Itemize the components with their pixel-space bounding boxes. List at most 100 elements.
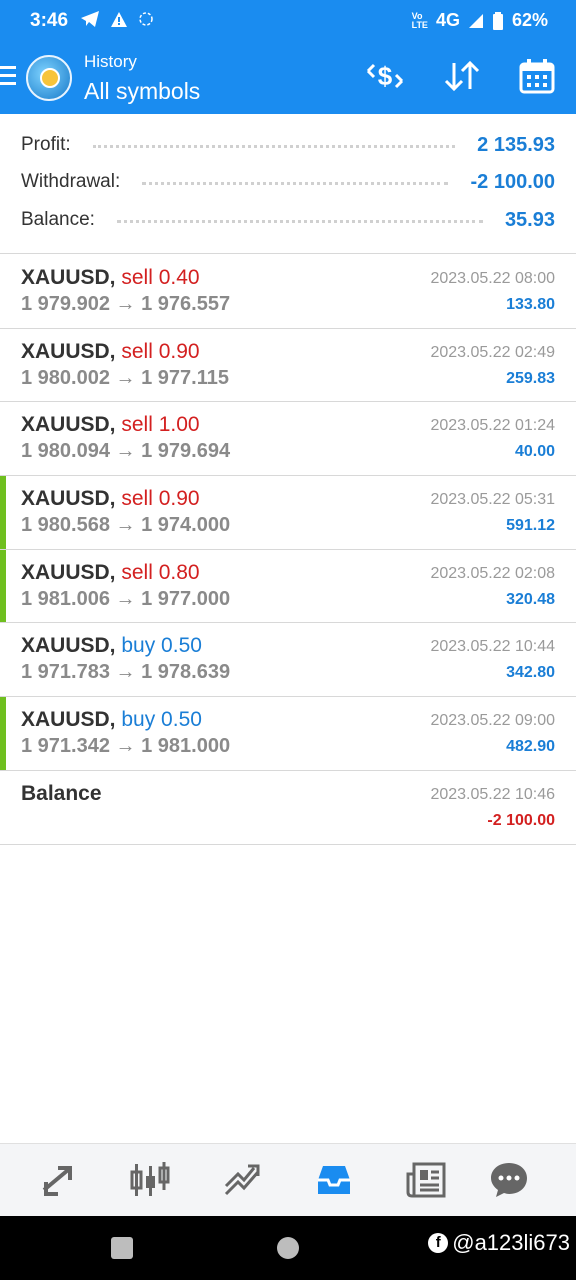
list-item[interactable]: XAUUSD, sell 0.40 1 979.902 → 1 976.557 … [0, 255, 576, 329]
recents-button[interactable] [111, 1237, 133, 1259]
profit-value: 2 135.93 [477, 133, 555, 156]
deal-side: sell 0.90 [121, 339, 200, 363]
symbol-text: XAUUSD, [21, 708, 116, 732]
calendar-icon[interactable] [518, 58, 556, 94]
summary-balance-row: Balance: 35.93 [21, 205, 555, 235]
page-title[interactable]: All symbols [84, 78, 200, 105]
deal-symbol: XAUUSD, sell 1.00 [21, 413, 200, 437]
deal-prices: 1 980.002 → 1 977.115 [21, 366, 229, 389]
deals-list: XAUUSD, sell 0.40 1 979.902 → 1 976.557 … [0, 255, 576, 845]
page-subtitle: History [84, 52, 137, 71]
summary-withdrawal-row: Withdrawal: -2 100.00 [21, 167, 555, 197]
history-inbox-icon [318, 1166, 350, 1194]
deal-side: buy 0.50 [121, 708, 202, 732]
summary-profit-row: Profit: 2 135.93 [21, 130, 555, 160]
svg-text:$: $ [378, 61, 393, 91]
deal-side: sell 0.40 [121, 266, 200, 289]
deposit-withdraw-icon[interactable]: $ [364, 59, 406, 93]
status-right: Vo LTE 4G 62% [412, 10, 548, 31]
chart-candles-icon [130, 1162, 170, 1196]
deal-symbol: XAUUSD, sell 0.40 [21, 266, 200, 290]
deal-profit: 259.83 [506, 369, 555, 387]
system-navigation-bar: f @a123li673 [0, 1216, 576, 1280]
deal-time: 2023.05.22 05:31 [430, 491, 555, 509]
symbol-text: XAUUSD, [21, 266, 116, 289]
nav-trade[interactable] [222, 1160, 262, 1200]
menu-icon[interactable] [0, 66, 16, 88]
deal-side: buy 0.50 [121, 634, 202, 658]
deal-time: 2023.05.22 09:00 [430, 712, 555, 730]
list-item[interactable]: XAUUSD, sell 0.80 1 981.006 → 1 977.000 … [0, 549, 576, 624]
bottom-navigation [0, 1143, 576, 1216]
deal-time: 2023.05.22 10:44 [430, 638, 555, 656]
app-bar-actions: $ [364, 58, 556, 94]
balance-value: 35.93 [504, 208, 555, 231]
deal-time: 2023.05.22 02:08 [430, 564, 555, 582]
balance-label: Balance: [21, 209, 95, 230]
deal-symbol: XAUUSD, buy 0.50 [21, 708, 202, 732]
deal-side: sell 1.00 [121, 413, 200, 437]
symbol-text: XAUUSD, [21, 339, 116, 363]
facebook-icon: f [428, 1233, 449, 1253]
trade-icon [224, 1164, 260, 1196]
history-summary: Profit: 2 135.93 Withdrawal: -2 100.00 B… [0, 114, 576, 254]
balance-op-label: Balance [21, 781, 102, 805]
deal-profit: 591.12 [506, 517, 555, 535]
withdrawal-value: -2 100.00 [470, 170, 555, 193]
symbol-text: XAUUSD, [21, 487, 116, 511]
app-bar: History All symbols $ [0, 42, 576, 114]
deal-time: 2023.05.22 08:00 [430, 270, 555, 287]
deal-prices: 1 980.568 → 1 974.000 [21, 514, 231, 537]
profit-label: Profit: [21, 134, 71, 155]
chat-icon [491, 1163, 527, 1197]
deal-time: 2023.05.22 02:49 [430, 343, 555, 361]
sort-icon[interactable] [442, 59, 482, 93]
warning-icon [111, 11, 127, 27]
deal-profit: 320.48 [506, 590, 555, 608]
telegram-icon [81, 11, 99, 27]
list-item[interactable]: XAUUSD, sell 1.00 1 980.094 → 1 979.694 … [0, 402, 576, 477]
deal-symbol: XAUUSD, buy 0.50 [21, 634, 202, 658]
metatrader-logo-icon[interactable] [26, 55, 72, 101]
symbol-text: XAUUSD, [21, 413, 116, 437]
deal-prices: 1 981.006 → 1 977.000 [21, 587, 231, 610]
nav-quotes[interactable] [38, 1160, 78, 1200]
notification-icons [80, 10, 154, 28]
network-type: 4G [435, 10, 460, 30]
list-item[interactable]: XAUUSD, buy 0.50 1 971.783 → 1 978.639 2… [0, 623, 576, 698]
list-item[interactable]: XAUUSD, buy 0.50 1 971.342 → 1 981.000 2… [0, 697, 576, 771]
battery-level: 62% [511, 10, 548, 30]
deal-prices: 1 979.902 → 1 976.557 [21, 293, 231, 315]
symbol-text: XAUUSD, [21, 560, 116, 584]
dotted-leader [92, 138, 456, 148]
dotted-leader [116, 213, 483, 223]
status-bar: 3:46 Vo LTE 4G 62% [0, 0, 576, 42]
list-item[interactable]: XAUUSD, sell 0.90 1 980.568 → 1 974.000 … [0, 476, 576, 550]
deal-profit: 342.80 [506, 664, 555, 682]
deal-profit: 482.90 [506, 738, 555, 756]
deal-side: sell 0.80 [121, 560, 200, 584]
nav-chart[interactable] [130, 1160, 170, 1200]
deal-time: 2023.05.22 01:24 [430, 417, 555, 435]
signal-icon [468, 13, 483, 28]
symbol-text: XAUUSD, [21, 634, 116, 658]
volte-icon: Vo LTE [411, 10, 428, 30]
deal-symbol: XAUUSD, sell 0.80 [21, 561, 200, 585]
sync-icon [139, 12, 153, 26]
balance-operation-item[interactable]: Balance 2023.05.22 10:46 -2 100.00 [0, 771, 576, 845]
nav-news[interactable] [406, 1160, 446, 1200]
dotted-leader [142, 175, 449, 185]
list-item[interactable]: XAUUSD, sell 0.90 1 980.002 → 1 977.115 … [0, 329, 576, 403]
balance-op-amount: -2 100.00 [487, 811, 555, 829]
battery-icon [492, 11, 503, 30]
home-button[interactable] [277, 1237, 299, 1259]
deal-prices: 1 980.094 → 1 979.694 [21, 440, 231, 463]
deal-symbol: XAUUSD, sell 0.90 [21, 340, 200, 364]
deal-profit: 40.00 [514, 443, 555, 461]
status-time: 3:46 [30, 10, 69, 31]
watermark-text: @a123li673 [452, 1230, 570, 1255]
deal-symbol: XAUUSD, sell 0.90 [21, 487, 200, 511]
deal-side: sell 0.90 [121, 487, 200, 511]
nav-history[interactable] [314, 1160, 354, 1200]
nav-chat[interactable] [489, 1160, 529, 1200]
